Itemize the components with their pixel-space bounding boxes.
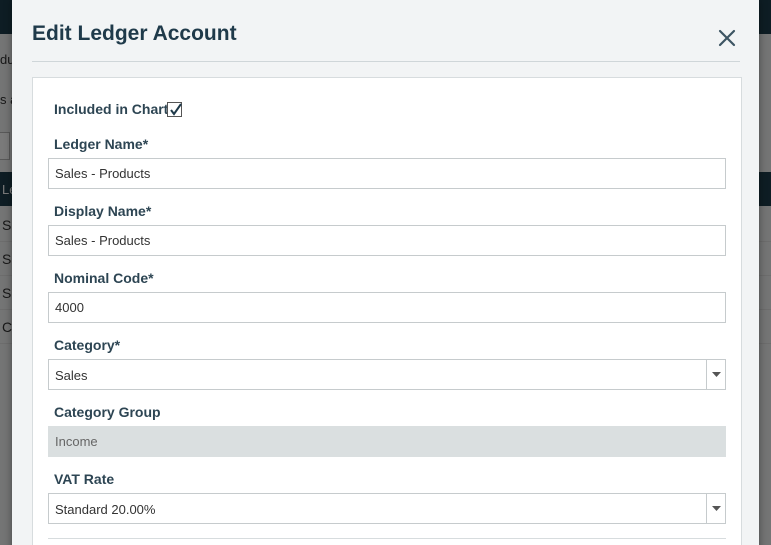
display-name-label: Display Name* [54, 203, 152, 219]
vat-rate-label: VAT Rate [54, 471, 115, 487]
included-in-chart-label: Included in Chart [54, 101, 169, 117]
category-group-field: Income [48, 426, 726, 457]
included-in-chart-checkbox[interactable] [167, 102, 182, 117]
modal-title: Edit Ledger Account [32, 22, 237, 45]
category-selected-value: Sales [55, 368, 88, 383]
checkmark-icon [170, 103, 182, 116]
chevron-down-icon [712, 372, 721, 377]
category-group-label: Category Group [54, 404, 161, 420]
display-name-input[interactable]: Sales - Products [48, 225, 726, 256]
vat-rate-dropdown-toggle[interactable] [706, 494, 725, 523]
ledger-name-label: Ledger Name* [54, 136, 149, 152]
chevron-down-icon [712, 506, 721, 511]
nominal-code-input[interactable]: 4000 [48, 292, 726, 323]
category-dropdown-toggle[interactable] [706, 360, 725, 389]
close-button[interactable] [713, 24, 741, 52]
vat-rate-selected-value: Standard 20.00% [55, 502, 156, 517]
edit-ledger-account-modal: Edit Ledger Account Included in Chart Le… [12, 0, 759, 545]
ledger-name-input[interactable]: Sales - Products [48, 158, 726, 189]
nominal-code-label: Nominal Code* [54, 270, 154, 286]
ledger-form: Included in Chart Ledger Name* Sales - P… [32, 77, 742, 545]
close-icon [718, 29, 736, 47]
title-divider [32, 61, 740, 62]
category-select[interactable]: Sales [48, 359, 726, 390]
form-divider [48, 538, 726, 539]
vat-rate-select[interactable]: Standard 20.00% [48, 493, 726, 524]
category-label: Category* [54, 337, 121, 353]
